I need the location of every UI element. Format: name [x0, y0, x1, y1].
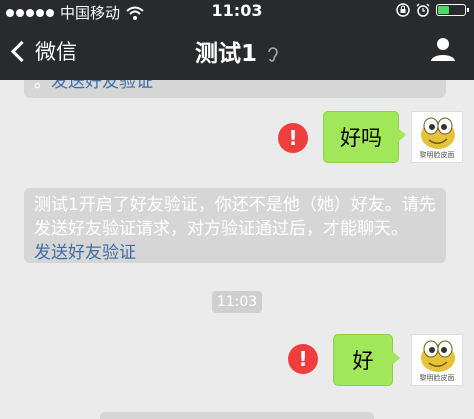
avatar-caption: 黎明脸皮面	[419, 151, 455, 159]
person-icon	[431, 38, 455, 61]
earpiece-mode-icon	[268, 46, 278, 62]
avatar-face-icon	[421, 117, 455, 149]
message-timestamp: 11:03	[212, 291, 262, 313]
status-right	[396, 3, 469, 17]
send-verification-link[interactable]: 发送好友验证	[34, 243, 136, 263]
nav-bar: 微信 测试1	[0, 22, 474, 80]
system-message-top: 。发送好友验证	[24, 80, 446, 98]
chat-area[interactable]: 。发送好友验证 ! 好吗 黎明脸皮面 测试1开启了好友验证，你还不是他（她）好友…	[0, 80, 474, 419]
sent-message-bubble[interactable]: 好	[333, 334, 400, 386]
chat-title-text: 测试1	[194, 41, 257, 67]
avatar-caption: 黎明脸皮面	[419, 374, 455, 382]
alarm-clock-icon	[416, 3, 430, 17]
avatar-face-icon	[421, 340, 455, 372]
send-failed-icon[interactable]: !	[278, 123, 308, 153]
status-bar: 中国移动 11:03	[0, 0, 474, 22]
message-text: 好	[352, 349, 374, 373]
chat-title: 测试1	[0, 34, 474, 68]
avatar[interactable]: 黎明脸皮面	[411, 111, 463, 163]
system-message-partial	[100, 412, 374, 419]
system-message-text: 测试1开启了好友验证，你还不是他（她）好友。请先发送好友验证请求，对方验证通过后…	[34, 195, 436, 239]
send-verification-link[interactable]: 发送好友验证	[51, 80, 153, 92]
avatar[interactable]: 黎明脸皮面	[411, 334, 463, 386]
system-message-verification: 测试1开启了好友验证，你还不是他（她）好友。请先发送好友验证请求，对方验证通过后…	[24, 188, 446, 263]
message-text: 好吗	[340, 126, 382, 150]
battery-icon	[436, 4, 469, 16]
profile-button[interactable]	[430, 36, 456, 66]
rotation-lock-icon	[396, 3, 410, 17]
sent-message-bubble[interactable]: 好吗	[323, 111, 406, 163]
send-failed-icon[interactable]: !	[288, 344, 318, 374]
